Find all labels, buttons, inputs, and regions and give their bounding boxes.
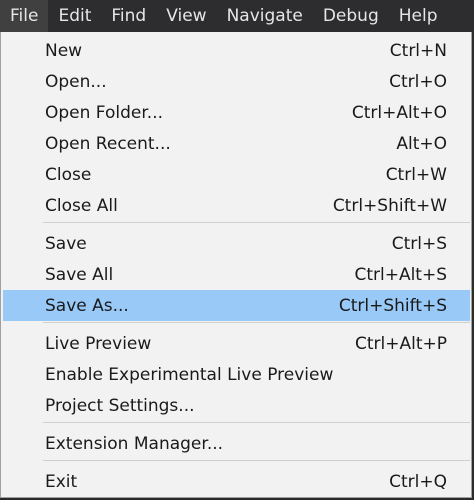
menu-navigate[interactable]: Navigate bbox=[217, 0, 313, 32]
menu-separator bbox=[43, 422, 470, 423]
menu-item-extension-manager[interactable]: Extension Manager... bbox=[3, 428, 470, 459]
menu-item-shortcut: Alt+O bbox=[396, 133, 447, 154]
menu-item-open[interactable]: Open... Ctrl+O bbox=[3, 66, 470, 97]
menu-item-label: Open Recent... bbox=[45, 133, 171, 154]
menu-item-shortcut: Ctrl+Alt+P bbox=[354, 333, 447, 354]
menu-item-open-recent[interactable]: Open Recent... Alt+O bbox=[3, 128, 470, 159]
menu-item-label: Live Preview bbox=[45, 333, 152, 354]
file-menu-dropdown: New Ctrl+N Open... Ctrl+O Open Folder...… bbox=[0, 32, 472, 498]
menu-item-shortcut: Ctrl+O bbox=[389, 71, 447, 92]
menu-item-shortcut: Ctrl+Alt+S bbox=[354, 264, 447, 285]
menu-item-save-as[interactable]: Save As... Ctrl+Shift+S bbox=[3, 290, 470, 321]
menu-item-shortcut: Ctrl+W bbox=[385, 164, 447, 185]
menu-separator bbox=[43, 460, 470, 461]
menu-item-close[interactable]: Close Ctrl+W bbox=[3, 159, 470, 190]
menu-edit[interactable]: Edit bbox=[48, 0, 101, 32]
menu-item-save-all[interactable]: Save All Ctrl+Alt+S bbox=[3, 259, 470, 290]
menu-debug[interactable]: Debug bbox=[313, 0, 389, 32]
menu-item-live-preview[interactable]: Live Preview Ctrl+Alt+P bbox=[3, 328, 470, 359]
menu-item-label: Open Folder... bbox=[45, 102, 163, 123]
menu-item-label: Exit bbox=[45, 471, 78, 492]
menu-item-project-settings[interactable]: Project Settings... bbox=[3, 390, 470, 421]
menu-item-shortcut: Ctrl+Q bbox=[389, 471, 447, 492]
menu-item-label: Save bbox=[45, 233, 87, 254]
menu-item-label: Enable Experimental Live Preview bbox=[45, 364, 334, 385]
menu-item-shortcut: Ctrl+Shift+S bbox=[338, 295, 447, 316]
menu-view[interactable]: View bbox=[156, 0, 216, 32]
menu-item-close-all[interactable]: Close All Ctrl+Shift+W bbox=[3, 190, 470, 221]
menu-item-label: New bbox=[45, 40, 83, 61]
menu-item-label: Extension Manager... bbox=[45, 433, 224, 454]
menu-item-label: Save All bbox=[45, 264, 114, 285]
menu-item-exit[interactable]: Exit Ctrl+Q bbox=[3, 466, 470, 497]
menu-item-label: Project Settings... bbox=[45, 395, 195, 416]
menu-item-label: Close All bbox=[45, 195, 118, 216]
menu-item-label: Close bbox=[45, 164, 92, 185]
menu-find[interactable]: Find bbox=[101, 0, 156, 32]
menu-item-enable-experimental-live-preview[interactable]: Enable Experimental Live Preview bbox=[3, 359, 470, 390]
menu-item-new[interactable]: New Ctrl+N bbox=[3, 35, 470, 66]
menu-separator bbox=[43, 322, 470, 323]
menu-item-open-folder[interactable]: Open Folder... Ctrl+Alt+O bbox=[3, 97, 470, 128]
menu-file[interactable]: File bbox=[0, 0, 49, 32]
menu-help[interactable]: Help bbox=[389, 0, 448, 32]
menu-bar: File Edit Find View Navigate Debug Help bbox=[0, 0, 474, 32]
menu-item-label: Save As... bbox=[45, 295, 129, 316]
menu-item-shortcut: Ctrl+N bbox=[389, 40, 447, 61]
menu-item-save[interactable]: Save Ctrl+S bbox=[3, 228, 470, 259]
menu-item-shortcut: Ctrl+S bbox=[391, 233, 447, 254]
menu-item-shortcut: Ctrl+Shift+W bbox=[332, 195, 447, 216]
menu-item-label: Open... bbox=[45, 71, 107, 92]
menu-separator bbox=[43, 222, 470, 223]
menu-item-shortcut: Ctrl+Alt+O bbox=[351, 102, 447, 123]
